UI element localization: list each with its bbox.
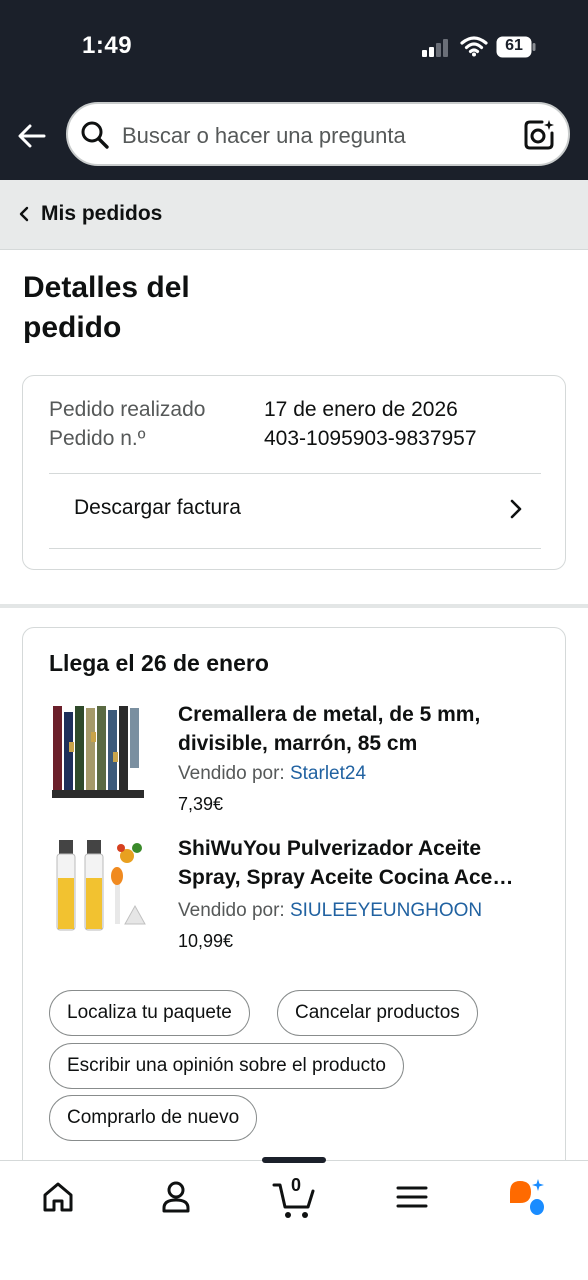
account-icon[interactable] [156,1177,196,1217]
seller-prefix: Vendido por: [178,763,285,784]
order-number-value: 403-1095903-9837957 [264,427,477,450]
status-bar: 1:49 61 [0,0,588,96]
chevron-right-icon [510,499,522,519]
track-package-button[interactable]: Localiza tu paquete [49,990,250,1036]
cellular-signal-icon [422,39,448,57]
arrival-date: Llega el 26 de enero [49,650,269,676]
wifi-icon [460,36,488,57]
product-price: 7,39€ [178,794,224,814]
seller-info: Vendido por: SIULEEYEUNGHOON [178,900,482,922]
product-image-oil-sprayer[interactable] [49,834,149,934]
product-title[interactable]: Cremallera de metal, de 5 mm, [178,700,548,729]
battery-level: 61 [505,37,523,54]
cancel-products-button[interactable]: Cancelar productos [277,990,478,1036]
buy-again-button[interactable]: Comprarlo de nuevo [49,1095,258,1141]
order-summary-card: Pedido realizado 17 de enero de 2026 Ped… [22,375,566,570]
divider [49,548,541,549]
cart-count: 0 [290,1175,301,1195]
order-placed-label: Pedido realizado [49,398,206,421]
seller-prefix: Vendido por: [178,900,285,921]
breadcrumb[interactable]: Mis pedidos [0,180,588,250]
search-bar[interactable]: Buscar o hacer una pregunta [66,102,570,166]
home-icon[interactable] [38,1177,78,1217]
product-image-zipper[interactable] [49,702,149,802]
order-number-label: Pedido n.º [49,427,146,450]
rufus-assistant-icon[interactable] [506,1177,546,1217]
order-placed-value: 17 de enero de 2026 [264,398,458,421]
breadcrumb-label[interactable]: Mis pedidos [41,202,162,226]
section-separator [0,604,588,608]
top-bar: 1:49 61 Buscar o hacer una pregunta [0,0,588,180]
product-title[interactable]: Spray, Spray Aceite Cocina Ace… [178,863,548,892]
search-icon [81,121,109,149]
download-invoice-label: Descargar factura [74,496,241,519]
bottom-nav: 0 [0,1157,588,1280]
download-invoice-row[interactable]: Descargar factura [49,474,541,548]
seller-info: Vendido por: Starlet24 [178,763,366,785]
seller-link[interactable]: SIULEEYEUNGHOON [290,900,482,921]
chevron-left-icon [19,206,29,222]
battery-icon: 61 [496,36,536,58]
back-arrow-icon[interactable] [14,118,50,154]
active-tab-indicator [262,1157,326,1163]
page-title: Detalles del pedido [23,271,190,344]
shipment-card: Llega el 26 de enero Cremallera de metal… [22,627,566,1187]
product-title[interactable]: divisible, marrón, 85 cm [178,729,548,758]
product-title[interactable]: ShiWuYou Pulverizador Aceite [178,834,548,863]
camera-search-icon[interactable] [522,118,556,152]
product-price: 10,99€ [178,931,234,951]
search-input[interactable]: Buscar o hacer una pregunta [122,123,406,149]
seller-link[interactable]: Starlet24 [290,763,366,784]
menu-icon[interactable] [392,1177,432,1217]
write-review-button[interactable]: Escribir una opinión sobre el producto [49,1043,404,1089]
status-time: 1:49 [82,32,133,59]
